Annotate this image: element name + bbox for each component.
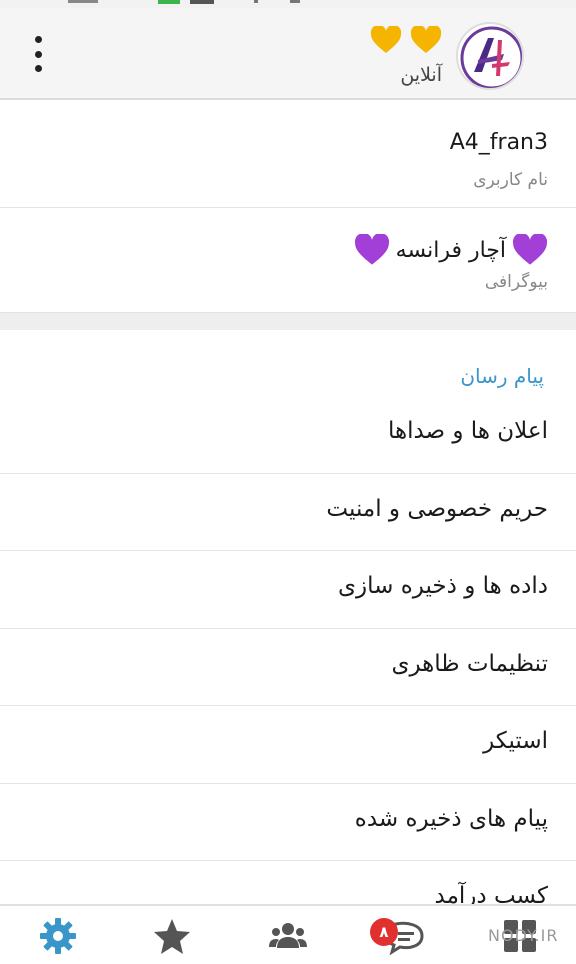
menu-item-label: حریم خصوصی و امنیت <box>326 495 548 522</box>
menu-item-label: تنظیمات ظاهری <box>391 650 548 677</box>
status-dot-icon <box>254 0 258 3</box>
section-divider <box>0 312 576 330</box>
avatar[interactable] <box>456 22 524 90</box>
menu-item-saved-messages[interactable]: پیام های ذخیره شده <box>0 784 576 861</box>
menu-item-label: استیکر <box>483 728 548 754</box>
status-bar <box>0 0 576 8</box>
menu-item-label: اعلان ها و صداها <box>387 418 548 444</box>
section-title-messenger: پیام رسان <box>460 364 544 388</box>
settings-gear-icon <box>40 918 76 954</box>
purple-heart-icon <box>512 234 548 265</box>
menu-item-privacy[interactable]: حریم خصوصی و امنیت <box>0 474 576 551</box>
status-bar-left-icons <box>68 0 98 3</box>
signal-strength-icon-2 <box>190 0 214 4</box>
status-dot-icon-2 <box>290 0 300 3</box>
menu-item-label: پیام های ذخیره شده <box>354 805 548 832</box>
menu-item-stickers[interactable]: استیکر <box>0 706 576 784</box>
chats-unread-badge: ۸ <box>370 918 398 946</box>
username-row[interactable]: A4_fran3 نام کاربری <box>0 102 576 208</box>
username-label: نام کاربری <box>473 170 548 190</box>
nav-settings[interactable] <box>36 914 80 958</box>
bio-row[interactable]: آچار فرانسه بیوگرافی <box>0 208 576 312</box>
contacts-group-icon <box>269 923 307 948</box>
watermark: NODY.IR <box>488 926 559 945</box>
a4-logo-icon <box>460 26 522 88</box>
kebab-menu-icon[interactable] <box>26 36 50 72</box>
menu-item-notifications[interactable]: اعلان ها و صداها <box>0 396 576 474</box>
menu-item-label: داده ها و ذخیره سازی <box>338 573 548 599</box>
nav-contacts[interactable] <box>266 914 310 958</box>
online-status: آنلاین <box>400 64 442 86</box>
status-hearts <box>370 26 442 54</box>
bio-value-wrap: آچار فرانسه <box>354 234 548 266</box>
profile-header: آنلاین <box>0 8 576 100</box>
gold-heart-icon <box>370 26 402 53</box>
username-value: A4_fran3 <box>449 130 548 155</box>
star-icon <box>154 919 190 954</box>
menu-item-data-storage[interactable]: داده ها و ذخیره سازی <box>0 551 576 629</box>
gold-heart-icon <box>410 26 442 53</box>
signal-strength-icon <box>158 0 180 4</box>
bio-label: بیوگرافی <box>484 272 548 292</box>
nav-favorites[interactable] <box>150 914 194 958</box>
bio-value: آچار فرانسه <box>395 237 506 263</box>
settings-menu: اعلان ها و صداها حریم خصوصی و امنیت داده… <box>0 396 576 939</box>
purple-heart-icon <box>354 234 389 265</box>
menu-item-appearance[interactable]: تنظیمات ظاهری <box>0 629 576 706</box>
